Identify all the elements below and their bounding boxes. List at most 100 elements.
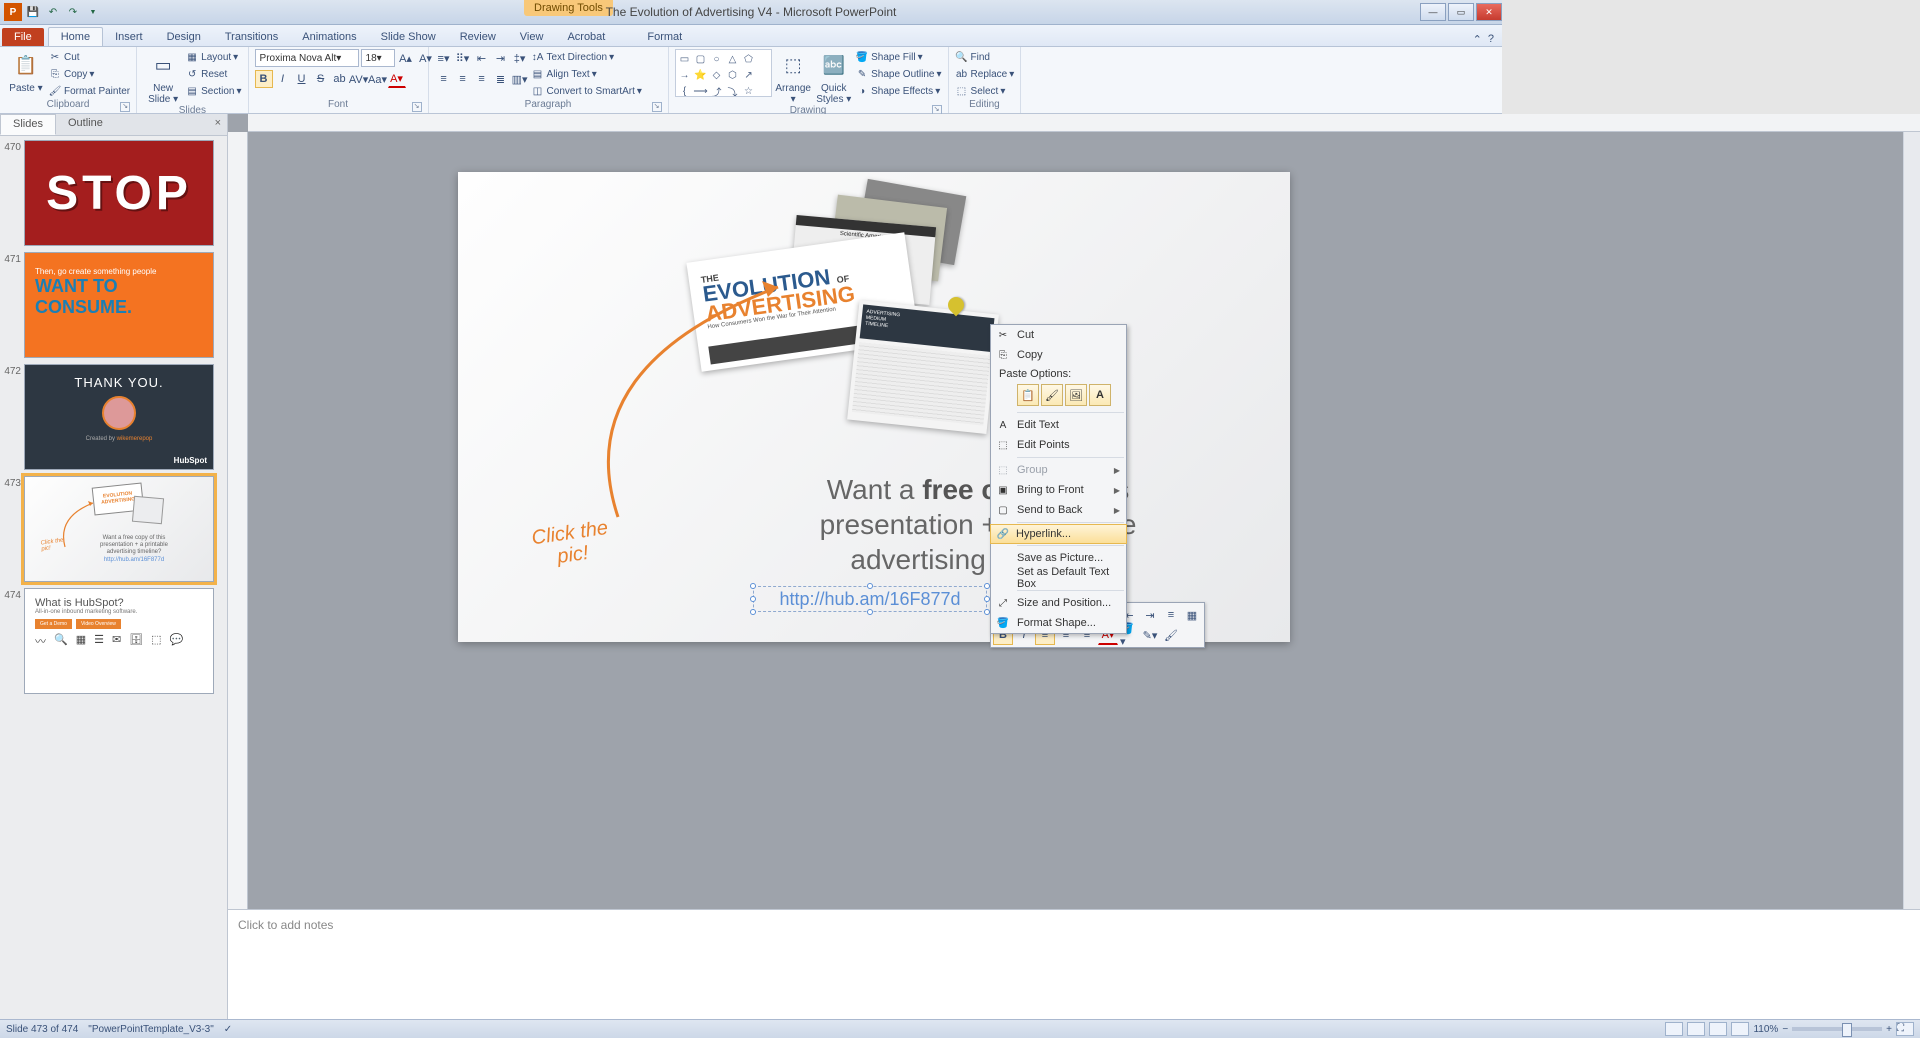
zoom-level[interactable]: 110% [1753,1024,1778,1035]
url-textbox[interactable]: http://hub.am/16F877d [753,586,987,612]
thumbnails-list[interactable]: 470 STOP 471 Then, go create something p… [0,136,227,1019]
normal-view-button[interactable] [1665,1022,1683,1036]
new-slide-button[interactable]: ▭ New Slide ▾ [143,49,183,105]
bullets-button[interactable]: ≡▾ [435,49,453,67]
horizontal-ruler[interactable] [248,114,1920,132]
tab-file[interactable]: File [2,28,44,46]
slide-main-text[interactable]: Want a free copy of this presentation + … [698,472,1258,577]
thumbnail-474[interactable]: 474 What is HubSpot? All-in-one inbound … [2,588,221,694]
undo-icon[interactable]: ↶ [44,3,62,21]
tab-insert[interactable]: Insert [103,28,155,46]
qat-more-icon[interactable]: ▼ [84,3,102,21]
dec-indent-button[interactable]: ⇤ [473,49,491,67]
font-name-combo[interactable]: Proxima Nova Alt ▾ [255,49,359,67]
redo-icon[interactable]: ↷ [64,3,82,21]
tab-slideshow[interactable]: Slide Show [369,28,448,46]
tab-review[interactable]: Review [448,28,508,46]
font-color-button[interactable]: A▾ [388,70,406,88]
tab-transitions[interactable]: Transitions [213,28,290,46]
ctx-default-textbox[interactable]: Set as Default Text Box [991,568,1126,588]
paste-button[interactable]: 📋 Paste ▾ [6,49,46,94]
tab-animations[interactable]: Animations [290,28,368,46]
reset-button[interactable]: ↺Reset [185,66,241,82]
dialog-launcher-icon[interactable]: ↘ [652,102,662,112]
close-panel-icon[interactable]: × [209,114,227,135]
slide[interactable]: Scientific American THE EVOLUTION OF ADV… [458,172,1290,642]
quick-styles-button[interactable]: 🔤 Quick Styles ▾ [814,49,853,105]
ctx-edit-points[interactable]: ⬚Edit Points [991,435,1126,455]
paste-text-only-icon[interactable]: A [1089,384,1111,406]
find-button[interactable]: 🔍Find [955,49,1015,65]
ribbon-minimize-icon[interactable]: ⌃ [1473,33,1482,46]
thumbnail-472[interactable]: 472 THANK YOU. Created by wikemerepop Hu… [2,364,221,470]
char-spacing-button[interactable]: AV▾ [350,70,368,88]
minimize-button[interactable]: — [1420,3,1446,21]
underline-button[interactable]: U [293,70,311,88]
shapes-gallery[interactable]: ▭▢○△⬠→ ⭐◇⬡↗{⟶ ⤴⤵☆⬟◐▾ [675,49,772,97]
bold-button[interactable]: B [255,70,273,88]
convert-smartart-button[interactable]: ◫Convert to SmartArt ▾ [531,83,642,99]
fit-to-window-button[interactable]: ⛶ [1896,1022,1914,1036]
ctx-send-back[interactable]: ▢Send to Back▶ [991,500,1126,520]
ctx-hyperlink[interactable]: 🔗Hyperlink... [990,524,1127,544]
slide-canvas-area[interactable]: Scientific American THE EVOLUTION OF ADV… [248,132,1920,909]
ctx-size-position[interactable]: ⤢Size and Position... [991,593,1126,613]
zoom-in-button[interactable]: + [1886,1024,1892,1035]
vertical-ruler[interactable] [228,132,248,909]
inc-indent-button[interactable]: ⇥ [492,49,510,67]
change-case-button[interactable]: Aa▾ [369,70,387,88]
justify-button[interactable]: ≣ [492,70,510,88]
ctx-copy[interactable]: ⎘Copy [991,345,1126,365]
shape-effects-button[interactable]: ◑Shape Effects ▾ [855,83,941,99]
reading-view-button[interactable] [1709,1022,1727,1036]
dialog-launcher-icon[interactable]: ↘ [120,102,130,112]
mini-bullets[interactable]: ≡ [1161,605,1181,625]
mini-more[interactable]: ▦ [1182,605,1202,625]
thumbnail-471[interactable]: 471 Then, go create something people WAN… [2,252,221,358]
shadow-button[interactable]: ab [331,70,349,88]
zoom-out-button[interactable]: − [1782,1024,1788,1035]
cut-button[interactable]: ✂Cut [48,49,130,65]
format-painter-button[interactable]: 🖌Format Painter [48,83,130,99]
click-the-pic-text[interactable]: Click the pic! [530,517,612,571]
close-button[interactable]: ✕ [1476,3,1502,21]
shape-fill-button[interactable]: 🪣Shape Fill ▾ [855,49,941,65]
sorter-view-button[interactable] [1687,1022,1705,1036]
spellcheck-icon[interactable]: ✓ [224,1024,232,1035]
slideshow-view-button[interactable] [1731,1022,1749,1036]
columns-button[interactable]: ▥▾ [511,70,529,88]
font-size-combo[interactable]: 18 ▾ [361,49,395,67]
paste-dest-theme-icon[interactable]: 📋 [1017,384,1039,406]
strike-button[interactable]: S [312,70,330,88]
thumbnail-470[interactable]: 470 STOP [2,140,221,246]
vertical-scrollbar[interactable] [1903,132,1920,909]
select-button[interactable]: ⬚Select ▾ [955,83,1015,99]
dialog-launcher-icon[interactable]: ↘ [412,102,422,112]
tab-acrobat[interactable]: Acrobat [555,28,617,46]
tab-view[interactable]: View [508,28,556,46]
tab-home[interactable]: Home [48,27,103,46]
align-text-button[interactable]: ▤Align Text ▾ [531,66,642,82]
layout-button[interactable]: ▦Layout ▾ [185,49,241,65]
ctx-save-picture[interactable]: Save as Picture... [991,548,1126,568]
thumbnail-473[interactable]: 473 EVOLUTIONADVERTISING Click the pic! … [2,476,221,582]
numbering-button[interactable]: ⠿▾ [454,49,472,67]
replace-button[interactable]: abReplace ▾ [955,66,1015,82]
paste-picture-icon[interactable]: 🖼 [1065,384,1087,406]
notes-pane[interactable]: Click to add notes [228,909,1920,1019]
text-direction-button[interactable]: ↕AText Direction ▾ [531,49,642,65]
ctx-edit-text[interactable]: AEdit Text [991,415,1126,435]
zoom-slider[interactable] [1792,1027,1882,1031]
help-icon[interactable]: ? [1488,33,1494,46]
ctx-bring-front[interactable]: ▣Bring to Front▶ [991,480,1126,500]
paste-keep-source-icon[interactable]: 🖌 [1041,384,1063,406]
app-icon[interactable]: P [4,3,22,21]
shape-outline-button[interactable]: ✎Shape Outline ▾ [855,66,941,82]
ctx-format-shape[interactable]: 🪣Format Shape... [991,613,1126,633]
section-button[interactable]: ▤Section ▾ [185,83,241,99]
align-center-button[interactable]: ≡ [454,70,472,88]
maximize-button[interactable]: ▭ [1448,3,1474,21]
arrange-button[interactable]: ⬚ Arrange ▾ [774,49,813,105]
save-icon[interactable]: 💾 [24,3,42,21]
align-right-button[interactable]: ≡ [473,70,491,88]
